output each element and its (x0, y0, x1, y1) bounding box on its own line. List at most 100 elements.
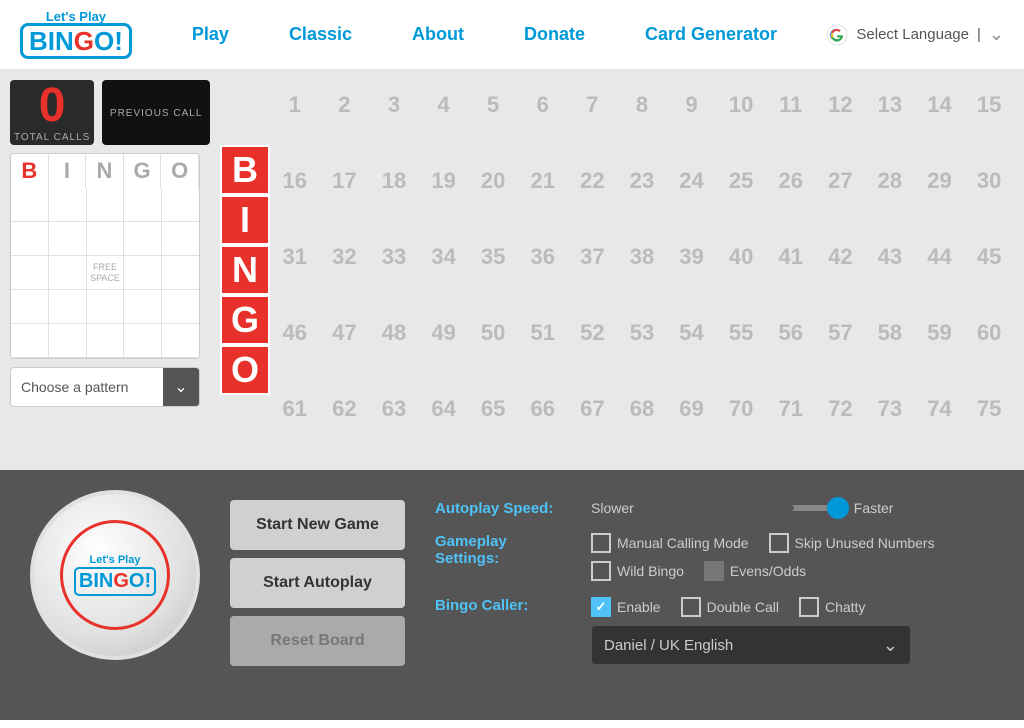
number-cell[interactable]: 43 (865, 232, 915, 282)
number-cell[interactable]: 61 (270, 384, 320, 434)
number-cell[interactable]: 26 (766, 156, 816, 206)
number-cell[interactable]: 23 (617, 156, 667, 206)
number-cell[interactable]: 60 (964, 308, 1014, 358)
number-cell[interactable]: 19 (419, 156, 469, 206)
speed-thumb[interactable] (827, 497, 849, 519)
number-cell[interactable]: 17 (320, 156, 370, 206)
enable-caller-checkbox[interactable] (591, 597, 611, 617)
number-cell[interactable]: 21 (518, 156, 568, 206)
number-cell[interactable]: 7 (568, 80, 618, 130)
start-new-game-button[interactable]: Start New Game (230, 500, 405, 550)
number-cell[interactable]: 49 (419, 308, 469, 358)
number-cell[interactable]: 28 (865, 156, 915, 206)
number-cell[interactable]: 50 (468, 308, 518, 358)
number-cell[interactable]: 48 (369, 308, 419, 358)
number-cell[interactable]: 3 (369, 80, 419, 130)
number-cell[interactable]: 66 (518, 384, 568, 434)
number-cell[interactable]: 40 (716, 232, 766, 282)
number-cell[interactable]: 11 (766, 80, 816, 130)
number-cell[interactable]: 62 (320, 384, 370, 434)
number-cell[interactable]: 57 (816, 308, 866, 358)
logo[interactable]: Let's Play BINGO! (20, 10, 132, 59)
number-cell[interactable]: 55 (716, 308, 766, 358)
number-cell[interactable]: 13 (865, 80, 915, 130)
number-cell[interactable]: 44 (915, 232, 965, 282)
number-cell[interactable]: 8 (617, 80, 667, 130)
number-cell[interactable]: 46 (270, 308, 320, 358)
number-cell[interactable]: 68 (617, 384, 667, 434)
number-cell[interactable]: 4 (419, 80, 469, 130)
number-cell[interactable]: 45 (964, 232, 1014, 282)
number-cell[interactable]: 52 (568, 308, 618, 358)
speed-slider[interactable] (644, 505, 844, 511)
number-cell[interactable]: 16 (270, 156, 320, 206)
number-cell[interactable]: 32 (320, 232, 370, 282)
nav-play[interactable]: Play (162, 24, 259, 45)
number-cell[interactable]: 71 (766, 384, 816, 434)
number-cell[interactable]: 20 (468, 156, 518, 206)
speed-fill (644, 505, 794, 511)
total-calls-label: TOTAL CALLS (14, 132, 90, 143)
nav-card-generator[interactable]: Card Generator (615, 24, 807, 45)
number-cell[interactable]: 56 (766, 308, 816, 358)
pattern-selector[interactable]: Choose a pattern ⌄ (10, 367, 200, 407)
nav-about[interactable]: About (382, 24, 494, 45)
number-cell[interactable]: 1 (270, 80, 320, 130)
evens-odds-checkbox[interactable] (704, 561, 724, 581)
number-cell[interactable]: 34 (419, 232, 469, 282)
skip-unused-checkbox[interactable] (769, 533, 789, 553)
number-cell[interactable]: 9 (667, 80, 717, 130)
number-cell[interactable]: 59 (915, 308, 965, 358)
number-cell[interactable]: 10 (716, 80, 766, 130)
chatty-checkbox[interactable] (799, 597, 819, 617)
number-cell[interactable]: 14 (915, 80, 965, 130)
number-cell[interactable]: 75 (964, 384, 1014, 434)
number-cell[interactable]: 2 (320, 80, 370, 130)
number-cell[interactable]: 31 (270, 232, 320, 282)
number-cell[interactable]: 38 (617, 232, 667, 282)
number-cell[interactable]: 58 (865, 308, 915, 358)
number-cell[interactable]: 47 (320, 308, 370, 358)
language-chevron-icon[interactable]: ⌄ (989, 24, 1004, 45)
double-call-checkbox[interactable] (681, 597, 701, 617)
select-language[interactable]: Select Language | (856, 26, 981, 43)
wild-bingo-checkbox[interactable] (591, 561, 611, 581)
number-cell[interactable]: 36 (518, 232, 568, 282)
number-cell[interactable]: 6 (518, 80, 568, 130)
number-cell[interactable]: 18 (369, 156, 419, 206)
number-cell[interactable]: 41 (766, 232, 816, 282)
manual-calling-checkbox[interactable] (591, 533, 611, 553)
number-cell[interactable]: 27 (816, 156, 866, 206)
number-cell[interactable]: 42 (816, 232, 866, 282)
number-cell[interactable]: 33 (369, 232, 419, 282)
pattern-chevron-icon[interactable]: ⌄ (163, 367, 199, 407)
number-cell[interactable]: 63 (369, 384, 419, 434)
number-cell[interactable]: 35 (468, 232, 518, 282)
number-cell[interactable]: 72 (816, 384, 866, 434)
number-cell[interactable]: 39 (667, 232, 717, 282)
number-cell[interactable]: 25 (716, 156, 766, 206)
number-cell[interactable]: 54 (667, 308, 717, 358)
number-cell[interactable]: 51 (518, 308, 568, 358)
number-cell[interactable]: 30 (964, 156, 1014, 206)
number-cell[interactable]: 67 (568, 384, 618, 434)
number-cell[interactable]: 73 (865, 384, 915, 434)
start-autoplay-button[interactable]: Start Autoplay (230, 558, 405, 608)
number-cell[interactable]: 74 (915, 384, 965, 434)
number-cell[interactable]: 12 (816, 80, 866, 130)
nav-donate[interactable]: Donate (494, 24, 615, 45)
number-cell[interactable]: 70 (716, 384, 766, 434)
number-cell[interactable]: 5 (468, 80, 518, 130)
nav-classic[interactable]: Classic (259, 24, 382, 45)
number-cell[interactable]: 69 (667, 384, 717, 434)
number-cell[interactable]: 15 (964, 80, 1014, 130)
number-cell[interactable]: 24 (667, 156, 717, 206)
reset-board-button[interactable]: Reset Board (230, 616, 405, 666)
number-cell[interactable]: 37 (568, 232, 618, 282)
number-cell[interactable]: 64 (419, 384, 469, 434)
number-cell[interactable]: 53 (617, 308, 667, 358)
number-cell[interactable]: 22 (568, 156, 618, 206)
number-cell[interactable]: 29 (915, 156, 965, 206)
number-cell[interactable]: 65 (468, 384, 518, 434)
caller-select-dropdown[interactable]: Daniel / UK English ⌄ (591, 625, 911, 665)
